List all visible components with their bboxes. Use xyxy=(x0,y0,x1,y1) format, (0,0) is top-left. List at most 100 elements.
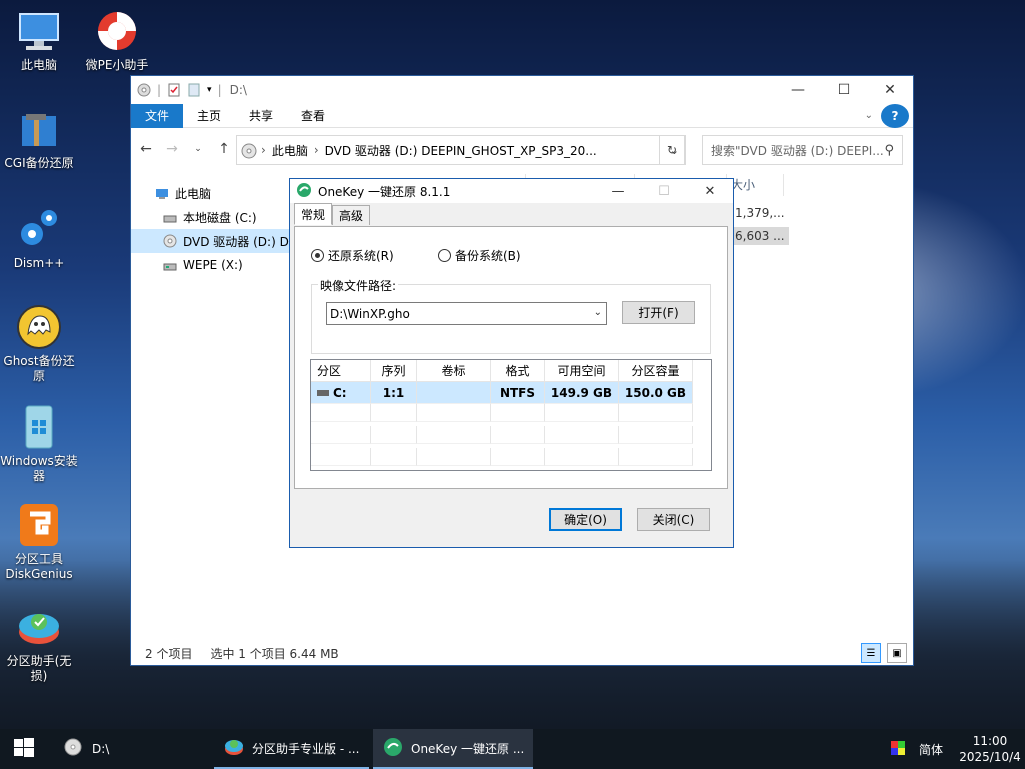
desktop-icon-ghost[interactable]: Ghost备份还原 xyxy=(0,304,78,384)
ribbon-tabs: 文件 主页 共享 查看 ⌄ ? xyxy=(131,103,913,128)
toolbar-separator: | xyxy=(217,83,222,97)
clock-time: 11:00 xyxy=(972,734,1008,748)
minimize-button[interactable]: — xyxy=(775,76,821,104)
disc-icon xyxy=(241,143,257,159)
address-bar[interactable]: › 此电脑 › DVD 驱动器 (D:) DEEPIN_GHOST_XP_SP3… xyxy=(236,135,686,165)
desktop-icon-this-pc[interactable]: 此电脑 xyxy=(0,8,78,73)
column-divider[interactable] xyxy=(783,174,784,196)
desktop-icon-label: Ghost备份还原 xyxy=(3,354,75,383)
breadcrumb-this-pc[interactable]: 此电脑 xyxy=(272,142,308,159)
tab-advanced[interactable]: 高级 xyxy=(332,205,371,225)
nav-item-label: WEPE (X:) xyxy=(183,258,243,272)
partition-cell: C: xyxy=(311,382,371,404)
system-tray: 简体 11:00 2025/10/4 xyxy=(890,729,1025,769)
status-bar: 2 个项目 选中 1 个项目 6.44 MB xyxy=(131,641,915,665)
maximize-button[interactable]: ☐ xyxy=(821,76,867,104)
tab-general[interactable]: 常规 xyxy=(294,203,333,225)
column-header[interactable]: 序列 xyxy=(371,360,417,382)
monitor-icon xyxy=(155,188,169,199)
usb-drive-icon xyxy=(163,260,177,271)
help-icon[interactable]: ? xyxy=(881,103,909,128)
column-header-size[interactable]: 大小 xyxy=(731,176,755,193)
window-title: D:\ xyxy=(229,83,247,97)
ok-button[interactable]: 确定(O) xyxy=(549,508,622,531)
chevron-down-icon[interactable]: ⌄ xyxy=(865,104,873,128)
desktop-icon-pe-helper[interactable]: 微PE小助手 xyxy=(78,8,156,73)
taskbar-item-onekey[interactable]: OneKey 一键还原 ... xyxy=(373,729,533,769)
breadcrumb-separator[interactable]: › xyxy=(314,143,319,157)
nav-item-wepe[interactable]: WEPE (X:) xyxy=(131,253,289,277)
nav-item-label: 此电脑 xyxy=(175,186,212,201)
back-button[interactable]: ← xyxy=(137,141,155,157)
tab-home[interactable]: 主页 xyxy=(183,104,235,128)
search-input[interactable]: 搜索"DVD 驱动器 (D:) DEEPI... ⚲ xyxy=(702,135,903,165)
breadcrumb-dvd-drive[interactable]: DVD 驱动器 (D:) DEEPIN_GHOST_XP_SP3_20... xyxy=(325,142,597,159)
table-row-empty xyxy=(311,404,711,426)
taskbar-item-label: OneKey 一键还原 ... xyxy=(411,741,525,756)
minimize-button[interactable]: — xyxy=(595,179,641,203)
radio-checked-icon xyxy=(311,249,324,262)
customize-toolbar-icon[interactable]: ▾ xyxy=(207,85,212,95)
refresh-button[interactable]: ↻ xyxy=(659,135,685,165)
partition-assistant-icon xyxy=(224,737,244,760)
new-folder-icon[interactable] xyxy=(187,83,201,97)
restore-system-radio[interactable]: 还原系统(R) xyxy=(311,247,394,264)
dialog-tabs: 常规 高级 xyxy=(294,203,371,225)
item-count: 2 个项目 xyxy=(145,646,193,661)
maximize-button: ☐ xyxy=(658,183,670,199)
desktop-icon-partition-assistant[interactable]: 分区助手(无损) xyxy=(0,604,78,684)
diskgenius-icon xyxy=(16,502,62,548)
nav-item-label: DVD 驱动器 (D:) D xyxy=(183,234,289,249)
ime-indicator[interactable]: 简体 xyxy=(919,741,943,758)
taskbar-item-partition-assistant[interactable]: 分区助手专业版 - ... xyxy=(214,729,369,769)
recent-locations-button[interactable]: ⌄ xyxy=(189,144,207,154)
start-button[interactable] xyxy=(0,729,48,769)
desktop-icon-label: Windows安装器 xyxy=(0,454,78,483)
close-button[interactable]: ✕ xyxy=(867,76,913,104)
nav-item-this-pc[interactable]: 此电脑 xyxy=(131,181,289,205)
large-icons-view-icon[interactable]: ▣ xyxy=(887,643,907,663)
onekey-logo-icon xyxy=(383,737,403,760)
nav-item-dvd-drive[interactable]: DVD 驱动器 (D:) D xyxy=(131,229,289,253)
taskbar: D:\ 分区助手专业版 - ... OneKey 一键还原 ... 简体 11:… xyxy=(0,729,1025,769)
chevron-down-icon[interactable]: ⌄ xyxy=(594,307,602,318)
volume-label-cell xyxy=(417,382,491,404)
close-dialog-button[interactable]: 关闭(C) xyxy=(637,508,710,531)
partition-table: 分区 序列 卷标 格式 可用空间 分区容量 C: 1:1 NTFS 149.9 … xyxy=(310,359,712,471)
breadcrumb-separator[interactable]: › xyxy=(261,143,266,157)
file-size-cell-selected: 6,603 ... xyxy=(731,227,789,245)
properties-icon[interactable] xyxy=(167,83,181,97)
tab-share[interactable]: 共享 xyxy=(235,104,287,128)
close-button[interactable]: ✕ xyxy=(687,179,733,203)
desktop-icon-dism[interactable]: Dism++ xyxy=(0,206,78,271)
taskbar-item-label: D:\ xyxy=(92,742,110,756)
desktop-icon-label: 分区助手(无损) xyxy=(6,654,72,683)
tab-file[interactable]: 文件 xyxy=(131,103,184,128)
forward-button[interactable]: → xyxy=(163,141,181,157)
column-header[interactable]: 分区 xyxy=(311,360,371,382)
partition-assistant-icon xyxy=(16,604,62,650)
tab-view[interactable]: 查看 xyxy=(287,104,339,128)
color-settings-icon[interactable] xyxy=(890,740,905,758)
taskbar-item-explorer[interactable]: D:\ xyxy=(52,729,202,769)
desktop-icon-cgi[interactable]: CGI备份还原 xyxy=(0,106,78,171)
desktop-icon-label: 此电脑 xyxy=(20,58,57,72)
image-path-combobox[interactable]: D:\WinXP.gho ⌄ xyxy=(326,302,607,325)
desktop-icon-label: 微PE小助手 xyxy=(85,58,149,72)
backup-system-radio[interactable]: 备份系统(B) xyxy=(438,247,521,264)
column-header[interactable]: 格式 xyxy=(491,360,545,382)
radio-label: 备份系统(B) xyxy=(455,249,521,263)
table-row[interactable]: C: 1:1 NTFS 149.9 GB 150.0 GB xyxy=(311,382,711,404)
clock[interactable]: 11:00 2025/10/4 xyxy=(955,733,1025,765)
column-header[interactable]: 分区容量 xyxy=(619,360,693,382)
details-view-icon[interactable]: ☰ xyxy=(861,643,881,663)
open-button[interactable]: 打开(F) xyxy=(622,301,695,324)
desktop-icon-diskgenius[interactable]: 分区工具DiskGenius xyxy=(0,502,78,582)
nav-item-local-disk[interactable]: 本地磁盘 (C:) xyxy=(131,205,289,229)
lifebuoy-icon xyxy=(94,8,140,54)
column-header[interactable]: 卷标 xyxy=(417,360,491,382)
up-button[interactable]: ↑ xyxy=(215,141,233,157)
column-header[interactable]: 可用空间 xyxy=(545,360,619,382)
desktop-icon-windows-installer[interactable]: Windows安装器 xyxy=(0,404,78,484)
capacity-cell: 150.0 GB xyxy=(619,382,693,404)
